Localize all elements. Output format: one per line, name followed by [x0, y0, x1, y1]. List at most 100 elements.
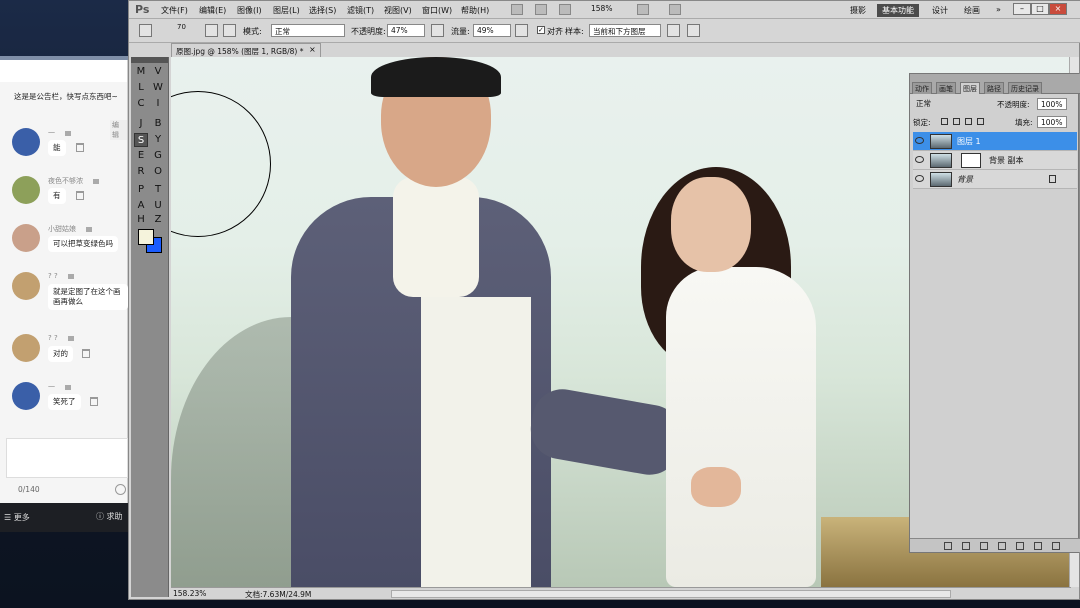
- add-mask-icon[interactable]: [980, 542, 988, 550]
- emoji-icon[interactable]: [115, 484, 126, 495]
- restore-button[interactable]: □: [1031, 3, 1049, 15]
- workspace-painting[interactable]: 绘画: [959, 4, 985, 17]
- close-button[interactable]: ×: [1049, 3, 1067, 15]
- lasso-tool-icon[interactable]: L: [134, 81, 148, 95]
- lock-position-icon[interactable]: [965, 118, 972, 125]
- gradient-tool-icon[interactable]: G: [151, 149, 165, 163]
- pressure-opacity-icon[interactable]: [431, 24, 444, 37]
- eraser-tool-icon[interactable]: E: [134, 149, 148, 163]
- new-layer-icon[interactable]: [1034, 542, 1042, 550]
- menu-select[interactable]: 选择(S): [309, 5, 336, 16]
- status-doc-size[interactable]: 文档:7.63M/24.9M: [245, 589, 311, 600]
- clone-source-icon[interactable]: [223, 24, 236, 37]
- workspace-photography[interactable]: 摄影: [845, 4, 871, 17]
- mode-select[interactable]: 正常: [271, 24, 345, 37]
- layer-row[interactable]: 背景: [913, 170, 1077, 189]
- layer-style-icon[interactable]: [962, 542, 970, 550]
- document-tab[interactable]: 原图.jpg @ 158% (图层 1, RGB/8) *: [171, 43, 321, 57]
- move-tool-icon[interactable]: V: [151, 65, 165, 79]
- blend-mode-select[interactable]: 正常: [913, 98, 995, 110]
- menu-view[interactable]: 视图(V): [384, 5, 412, 16]
- layer-row[interactable]: 背景 副本: [913, 151, 1077, 170]
- trash-icon[interactable]: [82, 349, 90, 358]
- toolbox-header[interactable]: [131, 57, 168, 63]
- tab-paths[interactable]: 路径: [984, 82, 1004, 94]
- grid-icon[interactable]: [559, 4, 571, 15]
- tab-history[interactable]: 历史记录: [1008, 82, 1042, 94]
- opacity-field[interactable]: 47%: [387, 24, 425, 37]
- fill-field[interactable]: 100%: [1037, 116, 1067, 128]
- eye-icon[interactable]: [915, 156, 924, 163]
- more-button[interactable]: ☰ 更多: [4, 512, 30, 523]
- hand-tool-icon[interactable]: H: [134, 213, 148, 227]
- brush-panel-icon[interactable]: [205, 24, 218, 37]
- lock-all-icon[interactable]: [977, 118, 984, 125]
- link-layers-icon[interactable]: [944, 542, 952, 550]
- delete-layer-icon[interactable]: [1052, 542, 1060, 550]
- minimize-button[interactable]: –: [1013, 3, 1031, 15]
- aligned-checkbox[interactable]: ✓: [537, 26, 545, 34]
- zoom-level[interactable]: 158%: [591, 4, 631, 16]
- avatar[interactable]: [12, 272, 40, 300]
- tab-actions[interactable]: 动作: [912, 82, 932, 94]
- menu-layer[interactable]: 图层(L): [273, 5, 300, 16]
- menu-file[interactable]: 文件(F): [161, 5, 188, 16]
- menu-edit[interactable]: 编辑(E): [199, 5, 226, 16]
- trash-icon[interactable]: [76, 143, 84, 152]
- airbrush-icon[interactable]: [515, 24, 528, 37]
- path-select-tool-icon[interactable]: A: [134, 199, 148, 213]
- quick-select-tool-icon[interactable]: W: [151, 81, 165, 95]
- eye-icon[interactable]: [915, 175, 924, 182]
- chat-input[interactable]: [6, 438, 128, 478]
- marquee-tool-icon[interactable]: M: [134, 65, 148, 79]
- brush-size[interactable]: 70: [177, 23, 186, 31]
- history-brush-tool-icon[interactable]: Y: [151, 133, 165, 147]
- menu-help[interactable]: 帮助(H): [461, 5, 489, 16]
- menu-window[interactable]: 窗口(W): [422, 5, 452, 16]
- pressure-size-icon[interactable]: [687, 24, 700, 37]
- arrange-icon[interactable]: [637, 4, 649, 15]
- type-tool-icon[interactable]: T: [151, 183, 165, 197]
- avatar[interactable]: [12, 382, 40, 410]
- lock-transparent-icon[interactable]: [941, 118, 948, 125]
- help-button[interactable]: ⓘ 求助: [96, 511, 123, 522]
- eye-icon[interactable]: [915, 137, 924, 144]
- avatar[interactable]: [12, 176, 40, 204]
- avatar[interactable]: [12, 128, 40, 156]
- tab-layers[interactable]: 图层: [960, 82, 980, 94]
- clone-stamp-tool-icon[interactable]: S: [134, 133, 148, 147]
- tab-brushes[interactable]: 画笔: [936, 82, 956, 94]
- zoom-tool-icon[interactable]: Z: [151, 213, 165, 227]
- blur-tool-icon[interactable]: R: [134, 165, 148, 179]
- screen-mode-icon[interactable]: [669, 4, 681, 15]
- close-icon[interactable]: ×: [309, 45, 316, 54]
- layer-row[interactable]: 图层 1: [913, 132, 1077, 151]
- crop-tool-icon[interactable]: C: [134, 97, 148, 111]
- menu-filter[interactable]: 滤镜(T): [347, 5, 374, 16]
- ignore-adjustment-icon[interactable]: [667, 24, 680, 37]
- workspace-design[interactable]: 设计: [927, 4, 953, 17]
- avatar[interactable]: [12, 224, 40, 252]
- foreground-color-swatch[interactable]: [138, 229, 154, 245]
- sample-select[interactable]: 当前和下方图层: [589, 24, 661, 37]
- status-zoom[interactable]: 158.23%: [173, 589, 206, 598]
- workspace-essentials[interactable]: 基本功能: [877, 4, 919, 17]
- flow-field[interactable]: 49%: [473, 24, 511, 37]
- eyedropper-tool-icon[interactable]: I: [151, 97, 165, 111]
- horizontal-scrollbar[interactable]: [391, 590, 951, 598]
- brush-tool-icon[interactable]: B: [151, 117, 165, 131]
- workspace-more-button[interactable]: »: [991, 4, 1006, 15]
- trash-icon[interactable]: [90, 397, 98, 406]
- bridge-icon[interactable]: [511, 4, 523, 15]
- avatar[interactable]: [12, 334, 40, 362]
- healing-brush-tool-icon[interactable]: J: [134, 117, 148, 131]
- clone-stamp-icon[interactable]: [139, 24, 152, 37]
- shape-tool-icon[interactable]: U: [151, 199, 165, 213]
- pen-tool-icon[interactable]: P: [134, 183, 148, 197]
- adjustment-layer-icon[interactable]: [998, 542, 1006, 550]
- dodge-tool-icon[interactable]: O: [151, 165, 165, 179]
- layer-opacity-field[interactable]: 100%: [1037, 98, 1067, 110]
- trash-icon[interactable]: [76, 191, 84, 200]
- lock-pixels-icon[interactable]: [953, 118, 960, 125]
- menu-image[interactable]: 图像(I): [237, 5, 262, 16]
